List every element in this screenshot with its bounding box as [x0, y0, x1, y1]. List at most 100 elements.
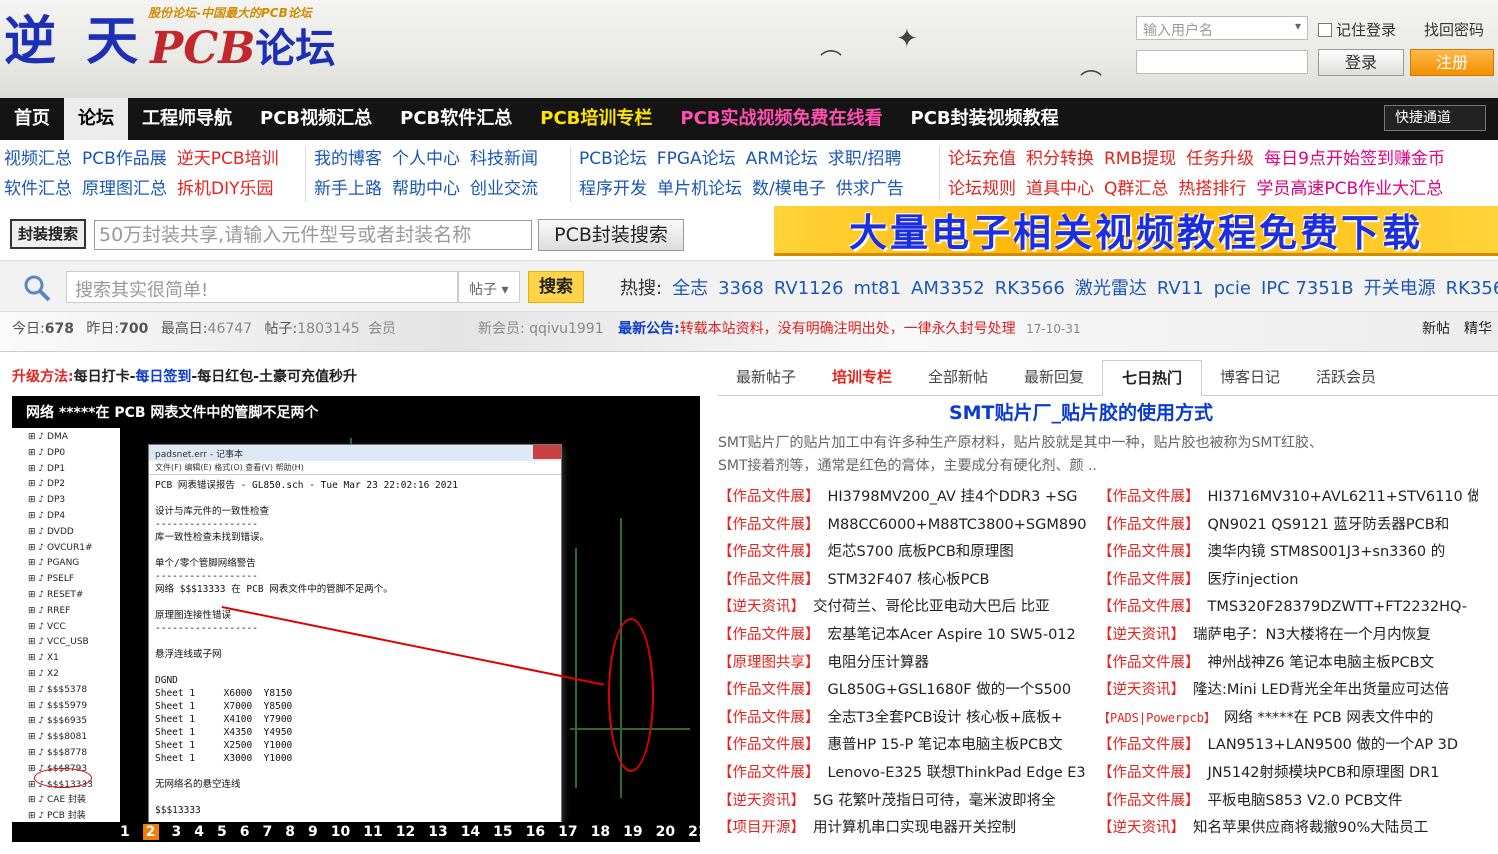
thread-item[interactable]: 【作品文件展】 Lenovo-E325 联想ThinkPad Edge E3 — [718, 760, 1098, 788]
thread-category[interactable]: 【作品文件展】 — [718, 737, 820, 753]
quick-link[interactable]: 软件汇总 — [4, 179, 72, 199]
page-number[interactable]: 16 — [526, 824, 545, 840]
page-number[interactable]: 18 — [591, 824, 610, 840]
quick-link[interactable]: 道具中心 — [1026, 179, 1094, 199]
tab-item[interactable]: 最新帖子 — [718, 360, 814, 396]
hot-search-item[interactable]: RK3566 — [995, 278, 1065, 299]
thread-title[interactable]: 5G 花繁叶茂指日可待，毫米波即将全 — [813, 793, 1056, 809]
register-button[interactable]: 注册 — [1410, 49, 1494, 76]
page-number[interactable]: 3 — [172, 824, 182, 840]
thread-category[interactable]: 【作品文件展】 — [1098, 793, 1200, 809]
tab-item[interactable]: 最新回复 — [1006, 360, 1102, 396]
thread-item[interactable]: 【作品文件展】 炬芯S700 底板PCB和原理图 — [718, 539, 1098, 567]
page-number[interactable]: 4 — [194, 824, 204, 840]
thread-item[interactable]: 【作品文件展】 宏基笔记本Acer Aspire 10 SW5-012 — [718, 622, 1098, 650]
quick-link[interactable]: 数/模电子 — [752, 179, 826, 199]
thread-title[interactable]: 平板电脑S853 V2.0 PCB文件 — [1208, 793, 1403, 809]
quick-link[interactable]: 我的博客 — [314, 149, 382, 169]
thread-item[interactable]: 【作品文件展】 GL850G+GSL1680F 做的一个S500 — [718, 677, 1098, 705]
thread-category[interactable]: 【原理图共享】 — [718, 655, 820, 671]
thread-category[interactable]: 【作品文件展】 — [1098, 572, 1200, 588]
thread-item[interactable]: 【作品文件展】 神州战神Z6 笔记本电脑主板PCB文 — [1098, 650, 1478, 678]
thread-category[interactable]: 【作品文件展】 — [1098, 599, 1200, 615]
thread-item[interactable]: 【作品文件展】 STM32F407 核心板PCB — [718, 567, 1098, 595]
hot-search-item[interactable]: RK3568 — [1446, 278, 1498, 299]
remember-login-checkbox[interactable]: 记住登录 — [1318, 19, 1396, 40]
thread-item[interactable]: 【作品文件展】 医疗injection — [1098, 567, 1478, 595]
quick-link[interactable]: 创业交流 — [470, 179, 538, 199]
quick-link[interactable]: 新手上路 — [314, 179, 382, 199]
quick-link[interactable]: 任务升级 — [1186, 149, 1254, 169]
hot-search-item[interactable]: pcie — [1214, 278, 1251, 299]
nav-item[interactable]: PCB实战视频免费在线看 — [666, 98, 896, 140]
thread-category[interactable]: 【作品文件展】 — [1098, 737, 1200, 753]
hot-search-item[interactable]: AM3352 — [911, 278, 985, 299]
quick-link[interactable]: ARM论坛 — [746, 149, 818, 169]
thread-category[interactable]: 【作品文件展】 — [1098, 489, 1200, 505]
thread-title[interactable]: 隆达:Mini LED背光全年出货量应可达倍 — [1193, 682, 1449, 698]
thread-category[interactable]: 【作品文件展】 — [718, 572, 820, 588]
thread-title[interactable]: 知名苹果供应商将裁撤90%大陆员工 — [1193, 820, 1428, 836]
digest-link[interactable]: 精华 — [1464, 321, 1492, 337]
page-number[interactable]: 10 — [331, 824, 350, 840]
thread-category[interactable]: 【作品文件展】 — [718, 682, 820, 698]
upgrade-redpack[interactable]: -每日红包-土豪可充值秒升 — [191, 369, 357, 385]
quick-link[interactable]: 拆机DIY乐园 — [177, 179, 274, 199]
thread-item[interactable]: 【逆天资讯】 隆达:Mini LED背光全年出货量应可达倍 — [1098, 677, 1478, 705]
thread-title[interactable]: STM32F407 核心板PCB — [828, 572, 990, 588]
thread-title[interactable]: Lenovo-E325 联想ThinkPad Edge E3 — [828, 765, 1086, 781]
thread-item[interactable]: 【作品文件展】 QN9021 QS9121 蓝牙防丢器PCB和 — [1098, 512, 1478, 540]
thread-title[interactable]: 网络 *****在 PCB 网表文件中的 — [1224, 710, 1433, 726]
page-number[interactable]: 7 — [263, 824, 273, 840]
quick-access-button[interactable]: 快捷通道 — [1384, 105, 1486, 131]
tab-item[interactable]: 博客日记 — [1202, 360, 1298, 396]
thread-item[interactable]: 【逆天资讯】 5G 花繁叶茂指日可待，毫米波即将全 — [718, 788, 1098, 816]
announcement-text[interactable]: 转载本站资料，没有明确注明出处，一律永久封号处理 — [680, 321, 1016, 337]
quick-link[interactable]: 积分转换 — [1026, 149, 1094, 169]
thread-category[interactable]: 【作品文件展】 — [1098, 655, 1200, 671]
thread-category[interactable]: 【作品文件展】 — [718, 544, 820, 560]
slide-caption[interactable]: 网络 *****在 PCB 网表文件中的管脚不足两个 — [12, 396, 700, 428]
quick-link[interactable]: 热搭排行 — [1178, 179, 1246, 199]
promo-banner[interactable]: 大量电子相关视频教程免费下载 — [774, 206, 1498, 256]
site-search-input[interactable]: 搜索其实很简单! — [66, 271, 458, 303]
thread-item[interactable]: 【作品文件展】 JN5142射频模块PCB和原理图 DR1 — [1098, 760, 1478, 788]
username-input[interactable]: 输入用户名 ▾ — [1136, 16, 1308, 40]
tab-item[interactable]: 培训专栏 — [814, 360, 910, 396]
page-number[interactable]: 6 — [240, 824, 250, 840]
thread-item[interactable]: 【作品文件展】 惠普HP 15-P 笔记本电脑主板PCB文 — [718, 732, 1098, 760]
nav-item[interactable]: PCB视频汇总 — [246, 98, 386, 140]
quick-link[interactable]: 程序开发 — [579, 179, 647, 199]
page-number[interactable]: 1 — [120, 824, 130, 840]
thread-category[interactable]: 【作品文件展】 — [1098, 765, 1200, 781]
quick-link[interactable]: 个人中心 — [392, 149, 460, 169]
quick-link[interactable]: 论坛充值 — [948, 149, 1016, 169]
thread-title[interactable]: 瑞萨电子：N3大楼将在一个月内恢复 — [1193, 627, 1431, 643]
thread-category[interactable]: 【项目开源】 — [718, 820, 805, 836]
quick-link[interactable]: RMB提现 — [1104, 149, 1176, 169]
hot-search-item[interactable]: RV1126 — [774, 278, 844, 299]
thread-item[interactable]: 【作品文件展】 HI3716MV310+AVL6211+STV6110 做 — [1098, 484, 1478, 512]
page-number[interactable]: 5 — [217, 824, 227, 840]
quick-link[interactable]: FPGA论坛 — [657, 149, 736, 169]
hot-search-item[interactable]: 全志 — [672, 278, 708, 299]
thread-category[interactable]: 【作品文件展】 — [718, 627, 820, 643]
thread-category[interactable]: 【逆天资讯】 — [1098, 627, 1185, 643]
quick-link[interactable]: 科技新闻 — [470, 149, 538, 169]
quick-link[interactable]: 原理图汇总 — [82, 179, 167, 199]
thread-title[interactable]: TMS320F28379DZWTT+FT2232HQ- — [1208, 599, 1468, 615]
page-number[interactable]: 9 — [308, 824, 318, 840]
site-search-button[interactable]: 搜索 — [528, 271, 584, 303]
thread-item[interactable]: 【逆天资讯】 瑞萨电子：N3大楼将在一个月内恢复 — [1098, 622, 1478, 650]
thread-title[interactable]: 医疗injection — [1208, 572, 1299, 588]
thread-category[interactable]: 【作品文件展】 — [718, 489, 820, 505]
chevron-down-icon[interactable]: ▾ — [1295, 19, 1301, 33]
thread-title[interactable]: 电阻分压计算器 — [828, 655, 930, 671]
thread-title[interactable]: QN9021 QS9121 蓝牙防丢器PCB和 — [1208, 517, 1450, 533]
upgrade-signin[interactable]: 每日签到 — [135, 369, 191, 385]
hot-search-item[interactable]: 3368 — [718, 278, 764, 299]
nav-item[interactable]: PCB封装视频教程 — [897, 98, 1073, 140]
tab-item[interactable]: 全部新帖 — [910, 360, 1006, 396]
thread-category[interactable]: 【逆天资讯】 — [718, 599, 805, 615]
thread-title[interactable]: 澳华内镜 STM8S001J3+sn3360 的 — [1208, 544, 1446, 560]
